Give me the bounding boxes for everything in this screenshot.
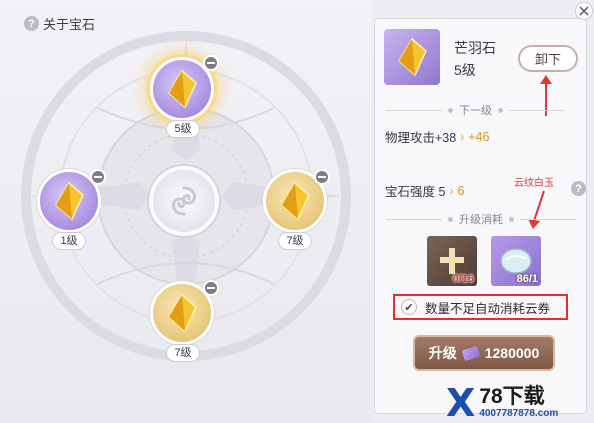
auto-consume-label: 数量不足自动消耗云券 [425, 301, 551, 316]
about-gems-link[interactable]: ? 关于宝石 [24, 14, 95, 33]
gem-wheel-center [149, 166, 219, 236]
gem-name: 芒羽石 [454, 40, 496, 56]
upgrade-cost-divider: 升级消耗 [386, 211, 576, 227]
auto-consume-option[interactable]: ✔ 数量不足自动消耗云券 [393, 294, 568, 320]
gold-gem-icon [281, 181, 310, 221]
increase-arrow-icon: › [460, 129, 465, 144]
material-count-jade: 86/1 [516, 273, 538, 285]
help-icon: ? [24, 16, 39, 31]
strength-help-icon[interactable]: ? [571, 181, 586, 196]
material-slot-cross[interactable]: 0/16 [427, 236, 477, 286]
strength-stat: 宝石强度 5 [385, 185, 446, 199]
attack-stat-new: +46 [468, 129, 490, 144]
gold-gem-icon [55, 181, 84, 221]
gem-level-tag-right: 7级 [278, 232, 312, 250]
material-count-cross: 0/16 [452, 273, 474, 285]
watermark-url: 4007787878.com [479, 408, 559, 419]
strength-stat-new: 6 [457, 183, 465, 198]
gem-level-tag-top: 5级 [166, 120, 200, 138]
gem-level: 5级 [454, 62, 476, 78]
about-gems-label: 关于宝石 [43, 17, 96, 32]
watermark-title: 78下载 [479, 385, 545, 408]
unequip-button[interactable]: 卸下 [518, 45, 578, 72]
swirl-emblem-icon [171, 186, 197, 216]
next-level-label: 下一级 [459, 105, 492, 117]
remove-gem-button-top[interactable] [203, 55, 219, 71]
cross-material-icon [440, 248, 464, 274]
site-watermark: X 78下载 4007787878.com [446, 383, 594, 423]
attack-stat-row: 物理攻击+38 › +46 [385, 127, 489, 146]
upgrade-cost-label: 升级消耗 [459, 214, 503, 226]
attack-stat: 物理攻击+38 [385, 131, 457, 145]
gold-gem-icon [168, 293, 197, 333]
upgrade-button[interactable]: 升级 1280000 [413, 335, 555, 371]
gem-level-tag-bottom: 7级 [166, 344, 200, 362]
gold-gem-icon [168, 69, 197, 109]
remove-gem-button-left[interactable] [90, 169, 106, 185]
jade-stone-icon [500, 248, 532, 274]
close-button[interactable] [575, 2, 593, 20]
close-icon [579, 6, 589, 16]
increase-arrow-icon: › [449, 183, 454, 198]
strength-stat-row: 宝石强度 5 › 6 [385, 181, 464, 200]
upgrade-label: 升级 [428, 345, 457, 361]
next-level-divider: 下一级 [386, 102, 565, 118]
upgrade-cost: 1280000 [484, 345, 540, 361]
remove-gem-button-bottom[interactable] [203, 280, 219, 296]
cloud-coupon-icon [461, 345, 481, 361]
auto-consume-checkbox[interactable]: ✔ [401, 299, 417, 315]
watermark-logo: X [446, 381, 476, 423]
material-annotation: 云纹白玉 [514, 178, 554, 189]
remove-gem-button-right[interactable] [314, 169, 330, 185]
material-slot-jade[interactable]: 86/1 [491, 236, 541, 286]
gem-level-tag-left: 1级 [52, 232, 86, 250]
gold-gem-icon [398, 37, 427, 77]
selected-gem-thumbnail [384, 29, 440, 85]
